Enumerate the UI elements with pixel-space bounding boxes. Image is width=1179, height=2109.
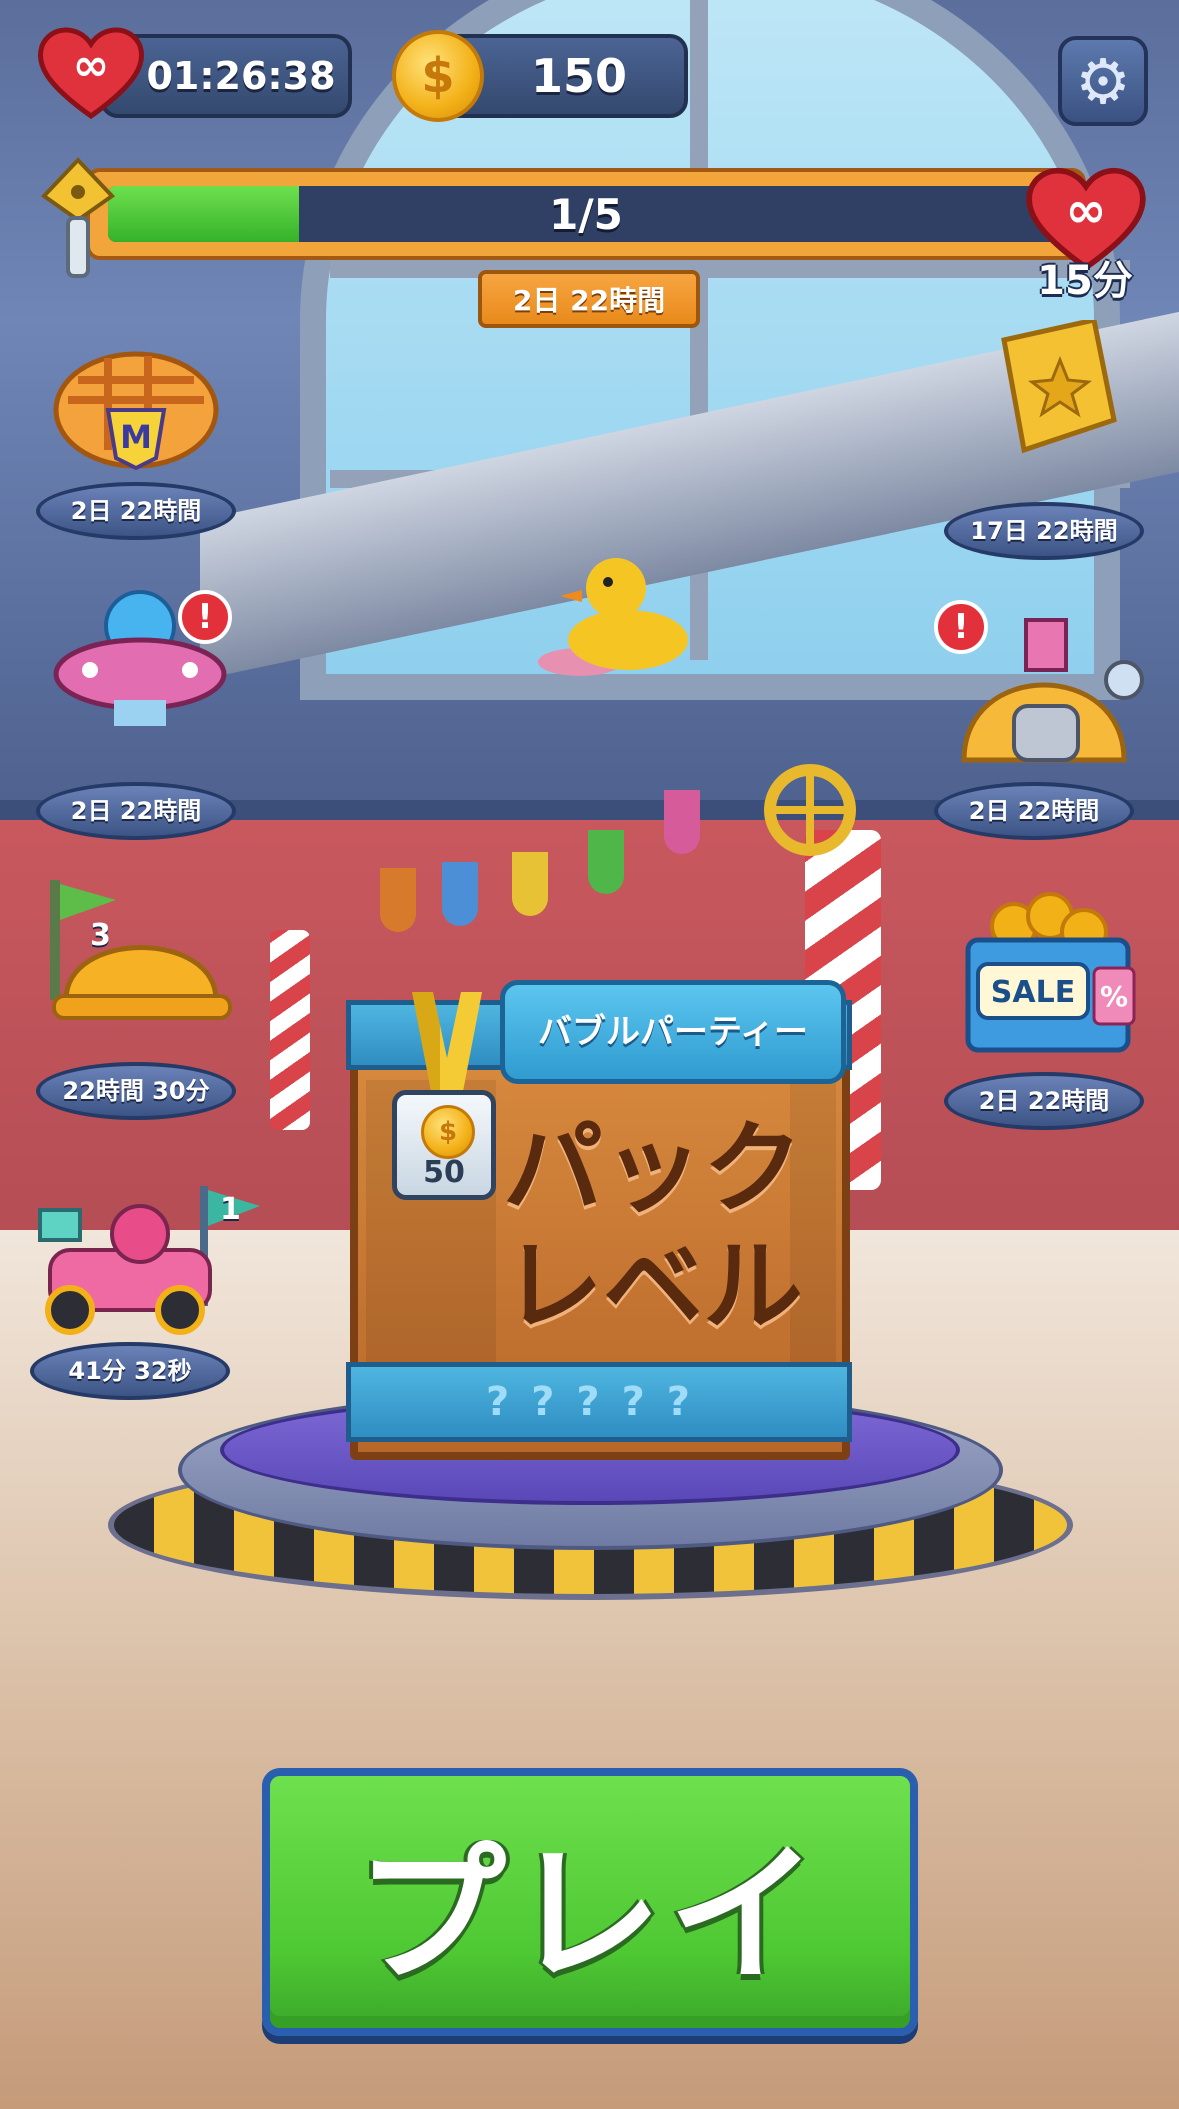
flag-number: 1 bbox=[220, 1192, 241, 1227]
dome-event-button[interactable]: ! 2日 22時間 bbox=[934, 600, 1154, 840]
event-pedestal: 22時間 30分 bbox=[36, 1062, 236, 1120]
race-car-event-button[interactable]: 1 41分 32秒 bbox=[30, 1170, 260, 1400]
golden-ticket-icon bbox=[1001, 320, 1117, 454]
bunting-flag bbox=[664, 790, 700, 854]
alert-badge: ! bbox=[178, 590, 232, 644]
helmet-event-button[interactable]: 3 22時間 30分 bbox=[36, 880, 236, 1120]
svg-text:M: M bbox=[120, 418, 152, 456]
crate-title-line2: レベル bbox=[503, 1228, 803, 1345]
event-timer: 2日 22時間 bbox=[70, 497, 202, 525]
play-button[interactable]: プレイ bbox=[262, 1768, 918, 2036]
bunting-flag bbox=[442, 862, 478, 926]
svg-text:∞: ∞ bbox=[1065, 181, 1106, 239]
gear-icon: ⚙ bbox=[1075, 44, 1131, 118]
window-frame-bar bbox=[330, 260, 1130, 278]
ufo-event-button[interactable]: ! 2日 22時間 bbox=[36, 590, 240, 840]
rubber-duck-icon bbox=[538, 558, 688, 676]
infinity-heart-icon[interactable]: ∞ bbox=[36, 24, 146, 120]
event-timer: 22時間 30分 bbox=[62, 1077, 210, 1105]
crate-title-line1: パック bbox=[503, 1110, 803, 1227]
bunting-flag bbox=[512, 852, 548, 916]
event-timer-tag: 2日 22時間 bbox=[478, 270, 700, 328]
striped-pole bbox=[270, 930, 310, 1130]
event-pedestal: 2日 22時間 bbox=[36, 482, 236, 540]
coin-icon: $ bbox=[421, 1105, 475, 1159]
bunting-flag bbox=[588, 830, 624, 894]
sale-bag-icon: SALE % bbox=[965, 892, 1136, 1053]
progress-label: 1/5 bbox=[549, 189, 623, 239]
price-tag: $ 50 bbox=[392, 1090, 496, 1200]
event-pedestal: 41分 32秒 bbox=[30, 1342, 230, 1400]
coin-icon: $ bbox=[392, 30, 484, 122]
event-pedestal: 2日 22時間 bbox=[934, 782, 1134, 840]
crate-sign: バブルパーティー bbox=[500, 980, 846, 1084]
event-timer: 17日 22時間 bbox=[970, 517, 1118, 545]
crate-bottom-band: ????? bbox=[346, 1362, 852, 1442]
event-pedestal: 2日 22時間 bbox=[36, 782, 236, 840]
pie-event-button[interactable]: M 2日 22時間 bbox=[36, 340, 236, 540]
lives-timer-text: 01:26:38 bbox=[146, 54, 336, 98]
event-timer: 2日 22時間 bbox=[978, 1087, 1110, 1115]
progress-track: 1/5 bbox=[108, 186, 1064, 242]
event-progress-bar[interactable]: 1/5 bbox=[86, 168, 1086, 260]
event-timer: 41分 32秒 bbox=[68, 1357, 192, 1385]
bunting-flag bbox=[380, 868, 416, 932]
sale-text: SALE bbox=[991, 975, 1075, 1010]
alert-badge: ! bbox=[934, 600, 988, 654]
settings-button[interactable]: ⚙ bbox=[1058, 36, 1148, 126]
flag-number: 3 bbox=[90, 918, 111, 953]
event-pedestal: 17日 22時間 bbox=[944, 502, 1144, 560]
event-timer: 2日 22時間 bbox=[968, 797, 1100, 825]
price-value: 50 bbox=[423, 1155, 465, 1190]
pie-icon: M bbox=[53, 351, 219, 470]
golden-ticket-event-button[interactable]: 17日 22時間 bbox=[944, 320, 1144, 560]
valve-wheel-icon bbox=[764, 764, 856, 856]
event-pedestal: 2日 22時間 bbox=[944, 1072, 1144, 1130]
reward-duration-label: 15分 bbox=[1037, 258, 1133, 304]
crate-title: パック レベル bbox=[488, 1110, 818, 1346]
svg-text:∞: ∞ bbox=[73, 40, 110, 91]
sale-bag-event-button[interactable]: SALE % 2日 22時間 bbox=[944, 880, 1144, 1130]
percent-tag: % bbox=[1100, 980, 1128, 1013]
event-timer: 2日 22時間 bbox=[70, 797, 202, 825]
coins-count: 150 bbox=[530, 49, 628, 103]
hard-hat-icon bbox=[50, 880, 232, 1020]
key-icon bbox=[40, 157, 116, 278]
